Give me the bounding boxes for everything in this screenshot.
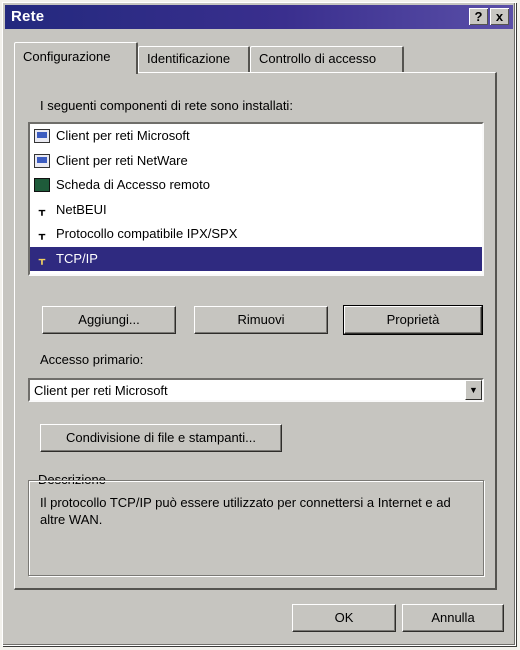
protocol-icon: ᚁ xyxy=(39,251,45,266)
network-client-icon xyxy=(34,153,50,168)
chevron-down-icon[interactable]: ▼ xyxy=(465,380,482,400)
primary-logon-select[interactable]: Client per reti Microsoft ▼ xyxy=(28,378,484,402)
remove-button[interactable]: Rimuovi xyxy=(194,306,328,334)
title-bar[interactable]: Rete ? x xyxy=(5,5,513,29)
close-button[interactable]: x xyxy=(490,8,509,25)
list-item[interactable]: Client per reti Microsoft xyxy=(30,124,482,149)
list-item-label: Client per reti Microsoft xyxy=(56,128,190,144)
tab-label: Controllo di accesso xyxy=(259,51,377,66)
list-item-label: Scheda di Accesso remoto xyxy=(56,177,210,193)
ok-button[interactable]: OK xyxy=(292,604,396,632)
network-client-icon xyxy=(34,129,50,144)
tab-identificazione[interactable]: Identificazione xyxy=(138,46,250,72)
primary-logon-value: Client per reti Microsoft xyxy=(34,383,168,398)
network-adapter-icon xyxy=(34,178,50,193)
list-item[interactable]: Scheda di Accesso remoto xyxy=(30,173,482,198)
file-printer-sharing-button[interactable]: Condivisione di file e stampanti... xyxy=(40,424,282,452)
list-item[interactable]: Client per reti NetWare xyxy=(30,149,482,174)
help-button[interactable]: ? xyxy=(469,8,488,25)
list-item-label: Client per reti NetWare xyxy=(56,152,188,168)
list-item[interactable]: ᚁ Protocollo compatibile IPX/SPX xyxy=(30,222,482,247)
tab-configurazione[interactable]: Configurazione xyxy=(14,42,138,74)
add-button[interactable]: Aggiungi... xyxy=(42,306,176,334)
cancel-button[interactable]: Annulla xyxy=(402,604,504,632)
list-item-label: NetBEUI xyxy=(56,201,107,217)
list-item[interactable]: ᚁ NetBEUI xyxy=(30,198,482,223)
tab-label: Configurazione xyxy=(23,49,111,64)
components-list[interactable]: Client per reti Microsoft Client per ret… xyxy=(28,122,484,276)
protocol-icon: ᚁ xyxy=(39,227,45,242)
list-item-selected[interactable]: ᚁ TCP/IP xyxy=(30,246,482,271)
description-group xyxy=(28,480,484,576)
list-item-label: Protocollo compatibile IPX/SPX xyxy=(56,226,238,242)
list-item-label: TCP/IP xyxy=(56,250,98,266)
components-label: I seguenti componenti di rete sono insta… xyxy=(40,98,293,113)
window-title: Rete xyxy=(11,8,45,25)
protocol-icon: ᚁ xyxy=(39,202,45,217)
primary-logon-label: Accesso primario: xyxy=(40,352,144,367)
tab-controllo-accesso[interactable]: Controllo di accesso xyxy=(250,46,404,72)
tab-label: Identificazione xyxy=(147,51,231,66)
properties-button[interactable]: Proprietà xyxy=(343,305,483,335)
